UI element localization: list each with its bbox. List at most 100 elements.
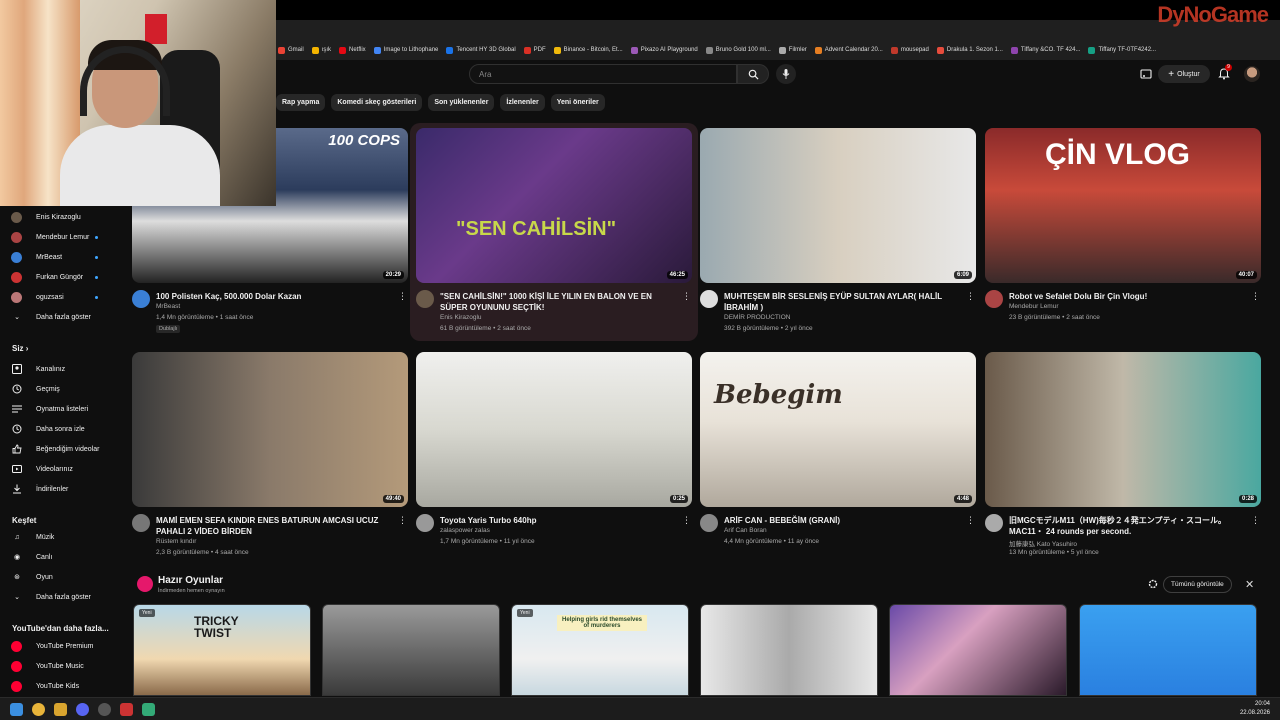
bookmark-item[interactable]: Gmail bbox=[276, 40, 310, 60]
video-title[interactable]: Toyota Yaris Turbo 640hp bbox=[440, 515, 680, 526]
video-title[interactable]: 100 Polisten Kaç, 500.000 Dolar Kazan bbox=[156, 291, 396, 302]
search-button[interactable] bbox=[737, 64, 769, 84]
video-thumbnail[interactable]: 0:25 bbox=[416, 352, 692, 507]
more-options-icon[interactable]: ⋮ bbox=[1251, 515, 1260, 526]
video-title[interactable]: 旧MGCモデルM11（HW)毎秒２４発エンプティ・スコール。 MAC11・ 24… bbox=[1009, 515, 1249, 537]
sidebar-subscription-mrbeast[interactable]: MrBeast bbox=[0, 247, 124, 267]
filter-chip[interactable]: İzlenenler bbox=[500, 94, 545, 111]
video-thumbnail[interactable]: Bebegim 4:48 bbox=[700, 352, 976, 507]
bookmark-item[interactable]: ışık bbox=[310, 40, 337, 60]
channel-name[interactable]: Rüstem kındır bbox=[156, 538, 196, 545]
game-card[interactable] bbox=[322, 604, 500, 696]
video-thumbnail[interactable]: 0:28 bbox=[985, 352, 1261, 507]
video-thumbnail[interactable]: 49:40 bbox=[132, 352, 408, 507]
video-title[interactable]: MAMİ EMEN SEFA KINDIR ENES BATURUN AMCAS… bbox=[156, 515, 396, 537]
game-card[interactable]: Yeni Helping girls rid themselves of murd… bbox=[511, 604, 689, 696]
channel-avatar[interactable] bbox=[700, 514, 718, 532]
sidebar-item-watch-later[interactable]: Daha sonra izle bbox=[0, 419, 124, 439]
more-options-icon[interactable]: ⋮ bbox=[1251, 291, 1260, 302]
system-clock[interactable]: 20:04 22.08.2026 bbox=[1240, 700, 1270, 718]
more-options-icon[interactable]: ⋮ bbox=[398, 515, 407, 526]
channel-avatar[interactable] bbox=[416, 514, 434, 532]
channel-name[interactable]: Arif Can Boran bbox=[724, 527, 767, 534]
browser-address-bar[interactable] bbox=[276, 20, 1280, 55]
game-card[interactable] bbox=[889, 604, 1067, 696]
video-thumbnail[interactable]: ÇİN VLOG 40:07 bbox=[985, 128, 1261, 283]
sidebar-you-header[interactable]: Siz › bbox=[12, 344, 28, 353]
sidebar-subscription-furkan[interactable]: Furkan Güngör bbox=[0, 267, 124, 287]
channel-avatar[interactable] bbox=[985, 290, 1003, 308]
chrome-icon[interactable] bbox=[32, 703, 45, 716]
show-all-button[interactable]: Tümünü görüntüle bbox=[1163, 576, 1232, 593]
bookmark-item[interactable]: Tencent HY 3D Global bbox=[444, 40, 521, 60]
channel-avatar[interactable] bbox=[132, 514, 150, 532]
filter-chip[interactable]: Rap yapma bbox=[276, 94, 326, 111]
bookmark-item[interactable]: Netflix bbox=[337, 40, 372, 60]
sidebar-item-gaming[interactable]: ⊛ Oyun bbox=[0, 567, 124, 587]
filter-chip[interactable]: Son yüklenenler bbox=[428, 94, 495, 111]
app-icon[interactable] bbox=[142, 703, 155, 716]
bookmark-item[interactable]: mousepad bbox=[889, 40, 935, 60]
sidebar-show-more-explore[interactable]: ⌄ Daha fazla göster bbox=[0, 587, 124, 607]
game-card[interactable] bbox=[1079, 604, 1257, 696]
create-button[interactable]: + Oluştur bbox=[1158, 65, 1210, 83]
bookmark-item[interactable]: Bruno Gold 100 ml... bbox=[704, 40, 777, 60]
bookmark-item[interactable]: Drakula 1. Sezon 1... bbox=[935, 40, 1009, 60]
account-avatar[interactable] bbox=[1244, 66, 1260, 82]
voice-search-button[interactable] bbox=[776, 64, 796, 84]
file-explorer-icon[interactable] bbox=[54, 703, 67, 716]
channel-avatar[interactable] bbox=[416, 290, 434, 308]
channel-avatar[interactable] bbox=[985, 514, 1003, 532]
video-thumbnail[interactable]: "SEN CAHİLSİN" 46:25 bbox=[416, 128, 692, 283]
bookmark-item[interactable]: PDF bbox=[522, 40, 552, 60]
video-title[interactable]: "SEN CAHİLSİN!" 1000 KİŞİ İLE YILIN EN B… bbox=[440, 291, 680, 313]
channel-name[interactable]: DEMİR PRODUCTION bbox=[724, 314, 790, 321]
obs-icon[interactable] bbox=[98, 703, 111, 716]
sidebar-item-music[interactable]: ♫ Müzik bbox=[0, 527, 124, 547]
bookmark-item[interactable]: Image to Lithophane bbox=[372, 40, 445, 60]
feedback-icon[interactable] bbox=[1148, 579, 1158, 589]
cast-icon[interactable] bbox=[1140, 68, 1152, 80]
game-card[interactable]: Yeni TRICKY TWIST bbox=[133, 604, 311, 696]
more-options-icon[interactable]: ⋮ bbox=[682, 515, 691, 526]
filter-chip[interactable]: Yeni öneriler bbox=[550, 94, 605, 111]
channel-name[interactable]: zalaspower zalas bbox=[440, 527, 490, 534]
app-icon[interactable] bbox=[120, 703, 133, 716]
close-icon[interactable]: ✕ bbox=[1245, 578, 1254, 591]
channel-avatar[interactable] bbox=[132, 290, 150, 308]
more-options-icon[interactable]: ⋮ bbox=[682, 291, 691, 302]
video-thumbnail[interactable]: 6:09 bbox=[700, 128, 976, 283]
bookmark-item[interactable]: Filmler bbox=[777, 40, 813, 60]
sidebar-item-downloads[interactable]: İndirilenler bbox=[0, 479, 124, 499]
bookmark-item[interactable]: Tiffany &CO. TF 424... bbox=[1009, 40, 1087, 60]
more-options-icon[interactable]: ⋮ bbox=[966, 515, 975, 526]
sidebar-item-youtube-music[interactable]: YouTube Music bbox=[0, 656, 124, 676]
discord-icon[interactable] bbox=[76, 703, 89, 716]
video-title[interactable]: Robot ve Sefalet Dolu Bir Çin Vlogu! bbox=[1009, 291, 1249, 302]
sidebar-subscription-mendebur[interactable]: Mendebur Lemur bbox=[0, 227, 124, 247]
channel-avatar[interactable] bbox=[700, 290, 718, 308]
more-options-icon[interactable]: ⋮ bbox=[966, 291, 975, 302]
channel-name[interactable]: Mendebur Lemur bbox=[1009, 303, 1059, 310]
bookmark-item[interactable]: Binance - Bitcoin, Et... bbox=[552, 40, 629, 60]
search-input[interactable]: Ara bbox=[469, 64, 737, 84]
channel-name[interactable]: 加藤康弘 Kato Yasuhiro bbox=[1009, 538, 1077, 548]
bookmark-item[interactable]: Tiffany TF-0TF4242... bbox=[1086, 40, 1162, 60]
video-title[interactable]: MUHTEŞEM BİR SESLENİŞ EYÜP SULTAN AYLAR(… bbox=[724, 291, 964, 313]
sidebar-item-history[interactable]: Geçmiş bbox=[0, 379, 124, 399]
sidebar-item-playlists[interactable]: Oynatma listeleri bbox=[0, 399, 124, 419]
bookmark-item[interactable]: Pixazo AI Playground bbox=[629, 40, 704, 60]
windows-start-icon[interactable] bbox=[10, 703, 23, 716]
filter-chip[interactable]: Komedi skeç gösterileri bbox=[331, 94, 423, 111]
video-title[interactable]: ARİF CAN - BEBEĞİM (GRANİ) bbox=[724, 515, 964, 526]
sidebar-item-youtube-kids[interactable]: YouTube Kids bbox=[0, 676, 124, 696]
bookmark-item[interactable]: Advent Calendar 20... bbox=[813, 40, 889, 60]
sidebar-item-your-channel[interactable]: Kanalınız bbox=[0, 359, 124, 379]
channel-name[interactable]: Enis Kirazoglu bbox=[440, 314, 482, 321]
sidebar-item-liked-videos[interactable]: Beğendiğim videolar bbox=[0, 439, 124, 459]
channel-name[interactable]: MrBeast bbox=[156, 303, 180, 310]
more-options-icon[interactable]: ⋮ bbox=[398, 291, 407, 302]
sidebar-item-youtube-premium[interactable]: YouTube Premium bbox=[0, 636, 124, 656]
sidebar-item-your-videos[interactable]: Videolarınız bbox=[0, 459, 124, 479]
game-card[interactable] bbox=[700, 604, 878, 696]
